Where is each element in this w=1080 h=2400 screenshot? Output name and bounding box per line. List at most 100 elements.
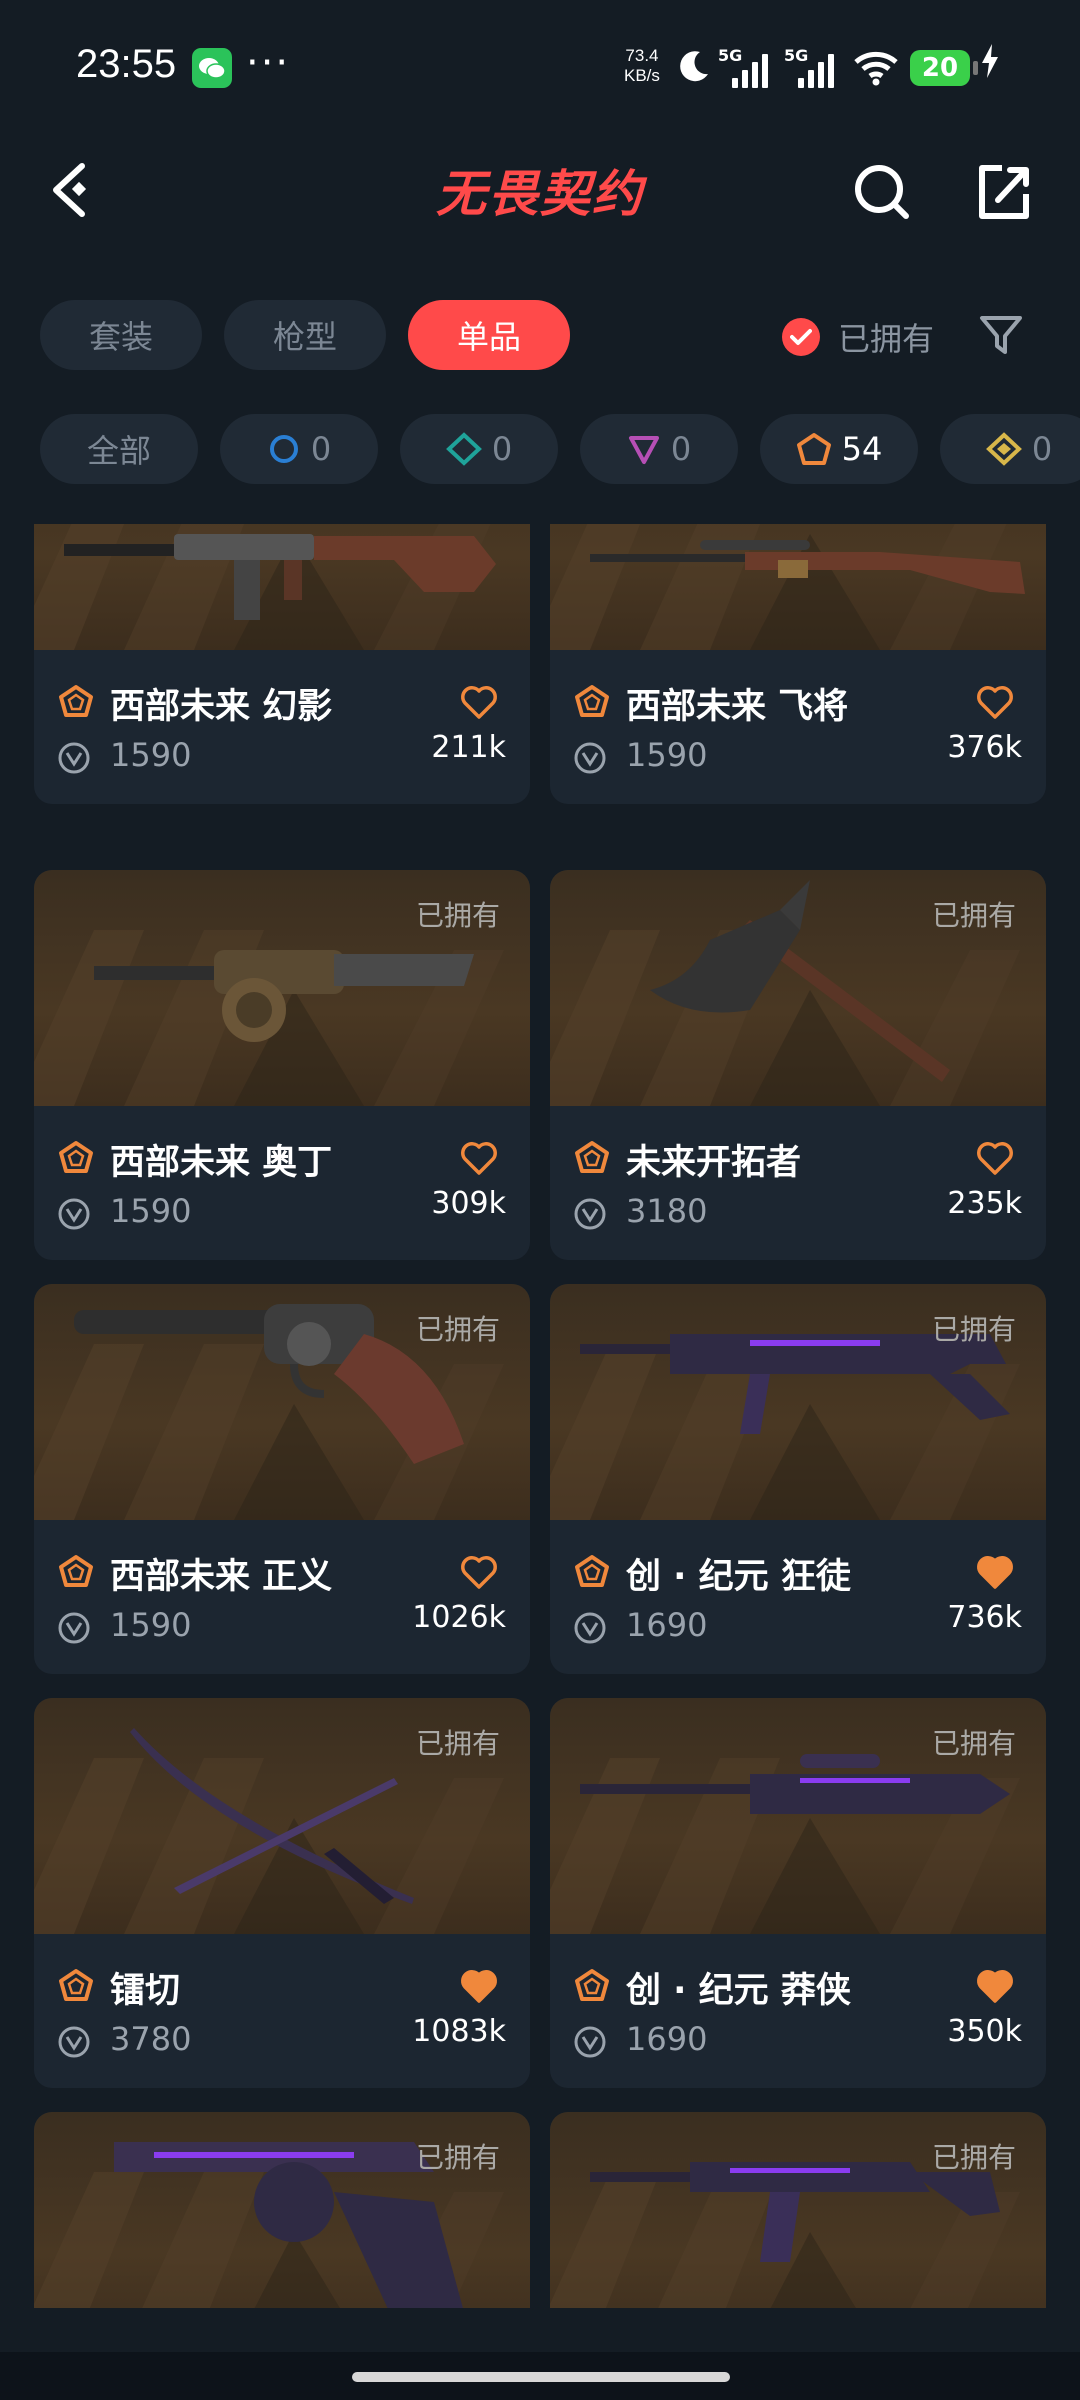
checkmark-icon bbox=[782, 318, 820, 356]
weapon-skin-image: 已拥有 bbox=[550, 870, 1046, 1106]
wechat-icon bbox=[192, 48, 232, 88]
like-count: 376k bbox=[947, 730, 1022, 765]
owned-label: 已拥有 bbox=[931, 899, 1016, 932]
owned-label: 已拥有 bbox=[931, 2141, 1016, 2174]
item-card[interactable]: 已拥有 西部未来 奥丁 1590 309k bbox=[34, 870, 530, 1260]
like-heart-icon[interactable] bbox=[976, 684, 1014, 720]
home-indicator[interactable] bbox=[352, 2372, 730, 2382]
valorant-points-icon bbox=[58, 1198, 90, 1230]
valorant-points-icon bbox=[58, 1612, 90, 1644]
item-card[interactable]: 已拥有 bbox=[34, 2112, 530, 2308]
exclusive-tier-icon bbox=[59, 685, 93, 717]
like-count: 1026k bbox=[412, 1600, 506, 1635]
tab-weapon-types[interactable]: 枪型 bbox=[224, 300, 386, 370]
item-card[interactable]: 西部未来 飞将 1590 376k bbox=[550, 524, 1046, 804]
clock: 23:55 bbox=[76, 42, 177, 86]
exclusive-tier-icon bbox=[59, 1969, 93, 2001]
wifi-icon bbox=[852, 48, 900, 96]
item-card[interactable]: 已拥有未来开拓者 3180 235k bbox=[550, 870, 1046, 1260]
like-heart-icon[interactable] bbox=[460, 1554, 498, 1590]
ultra-tier-icon bbox=[985, 432, 1022, 466]
like-heart-icon[interactable] bbox=[976, 1554, 1014, 1590]
item-price: 1590 bbox=[110, 736, 192, 774]
exclusive-tier-icon bbox=[575, 1969, 609, 2001]
item-card[interactable]: 已拥有创 · 纪元 莽侠 1690 350k bbox=[550, 1698, 1046, 2088]
item-name: 镭切 bbox=[110, 1971, 181, 2011]
tier-filter-chips: 全部 0 0 0 54 0 bbox=[40, 414, 1080, 484]
select-tier-icon bbox=[269, 435, 298, 463]
chip-label: 全部 bbox=[86, 432, 151, 470]
like-heart-icon[interactable] bbox=[460, 1140, 498, 1176]
weapon-skin-image: 已拥有 bbox=[550, 1698, 1046, 1934]
valorant-points-icon bbox=[574, 1612, 606, 1644]
item-card[interactable]: 已拥有 bbox=[550, 2112, 1046, 2308]
weapon-skin-image: 已拥有 bbox=[34, 1284, 530, 1520]
chip-ultra-tier[interactable]: 0 bbox=[940, 414, 1080, 484]
status-bar: 23:55 ··· 73.4 KB/s 5G 5G 20 bbox=[0, 0, 1080, 140]
item-name: 未来开拓者 bbox=[626, 1143, 802, 1183]
item-name: 西部未来 正义 bbox=[110, 1557, 333, 1597]
weapon-skin-image bbox=[550, 524, 1046, 650]
chip-deluxe-tier[interactable]: 0 bbox=[400, 414, 558, 484]
weapon-skin-image: 已拥有 bbox=[34, 870, 530, 1106]
like-count: 1083k bbox=[412, 2014, 506, 2049]
app-header: 无畏契约 bbox=[0, 140, 1080, 250]
speed-unit: KB/s bbox=[624, 66, 660, 85]
signal-icon-2: 5G bbox=[784, 46, 844, 90]
like-count: 211k bbox=[431, 730, 506, 765]
charging-icon bbox=[980, 44, 1000, 87]
like-heart-icon[interactable] bbox=[976, 1140, 1014, 1176]
item-price: 1690 bbox=[626, 2020, 708, 2058]
item-grid: 西部未来 幻影 1590 211k 西部未来 飞将 1590 376k 已拥有 西部未来 奥丁… bbox=[34, 524, 1046, 2308]
filter-icon[interactable] bbox=[978, 312, 1024, 358]
chip-premium-tier[interactable]: 0 bbox=[580, 414, 738, 484]
like-count: 235k bbox=[947, 1186, 1022, 1221]
like-count: 350k bbox=[947, 2014, 1022, 2049]
valorant-points-icon bbox=[574, 1198, 606, 1230]
more-notifications-icon: ··· bbox=[246, 40, 291, 86]
weapon-skin-image: 已拥有 bbox=[34, 1698, 530, 1934]
exclusive-tier-icon bbox=[575, 1141, 609, 1173]
battery-indicator: 20 bbox=[910, 50, 978, 86]
exclusive-tier-icon bbox=[59, 1555, 93, 1587]
owned-filter-label: 已拥有 bbox=[838, 320, 935, 358]
item-price: 1590 bbox=[110, 1606, 192, 1644]
like-heart-icon[interactable] bbox=[976, 1968, 1014, 2004]
owned-label: 已拥有 bbox=[415, 899, 500, 932]
owned-filter-toggle[interactable]: 已拥有 bbox=[782, 314, 934, 360]
tab-single-items[interactable]: 单品 bbox=[408, 300, 570, 370]
item-name: 西部未来 飞将 bbox=[626, 687, 849, 727]
item-card[interactable]: 已拥有创 · 纪元 狂徒 1690 736k bbox=[550, 1284, 1046, 1674]
like-count: 736k bbox=[947, 1600, 1022, 1635]
chip-exclusive-tier[interactable]: 54 bbox=[760, 414, 918, 484]
item-card[interactable]: 西部未来 幻影 1590 211k bbox=[34, 524, 530, 804]
owned-label: 已拥有 bbox=[415, 2141, 500, 2174]
app-logo: 无畏契约 bbox=[436, 165, 644, 223]
owned-label: 已拥有 bbox=[415, 1313, 500, 1346]
tab-bundles[interactable]: 套装 bbox=[40, 300, 202, 370]
chip-count: 0 bbox=[1031, 430, 1053, 468]
weapon-skin-image: 已拥有 bbox=[550, 2112, 1046, 2308]
owned-label: 已拥有 bbox=[931, 1727, 1016, 1760]
item-price: 3180 bbox=[626, 1192, 708, 1230]
owned-label: 已拥有 bbox=[415, 1727, 500, 1760]
item-card[interactable]: 已拥有镭切 3780 1083k bbox=[34, 1698, 530, 2088]
item-price: 3780 bbox=[110, 2020, 192, 2058]
back-button[interactable] bbox=[46, 160, 96, 220]
item-name: 西部未来 奥丁 bbox=[110, 1143, 333, 1183]
share-icon[interactable] bbox=[974, 162, 1034, 222]
chip-all[interactable]: 全部 bbox=[40, 414, 198, 484]
item-card[interactable]: 已拥有西部未来 正义 1590 1026k bbox=[34, 1284, 530, 1674]
weapon-skin-image bbox=[34, 524, 530, 650]
like-heart-icon[interactable] bbox=[460, 1968, 498, 2004]
chip-count: 0 bbox=[310, 430, 332, 468]
search-icon[interactable] bbox=[852, 162, 912, 222]
deluxe-tier-icon bbox=[445, 432, 482, 466]
chip-select-tier[interactable]: 0 bbox=[220, 414, 378, 484]
weapon-skin-image: 已拥有 bbox=[550, 1284, 1046, 1520]
chip-count: 0 bbox=[670, 430, 692, 468]
exclusive-tier-icon bbox=[59, 1141, 93, 1173]
chip-count: 54 bbox=[841, 430, 883, 468]
speed-value: 73.4 bbox=[625, 46, 659, 65]
like-heart-icon[interactable] bbox=[460, 684, 498, 720]
